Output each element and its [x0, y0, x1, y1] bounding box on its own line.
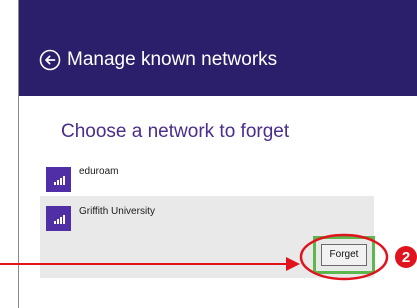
back-button[interactable]: [39, 49, 61, 71]
network-item-eduroam[interactable]: eduroam: [40, 160, 374, 196]
network-name: Griffith University: [79, 206, 155, 217]
forget-button[interactable]: Forget: [321, 244, 367, 266]
wifi-signal-icon: [46, 206, 71, 231]
header-bar: Manage known networks: [19, 0, 417, 96]
network-name: eduroam: [79, 166, 119, 177]
page-title: Manage known networks: [67, 49, 278, 70]
section-title: Choose a network to forget: [61, 121, 290, 142]
wifi-signal-icon: [46, 167, 71, 192]
back-arrow-circle-icon: [39, 49, 61, 71]
